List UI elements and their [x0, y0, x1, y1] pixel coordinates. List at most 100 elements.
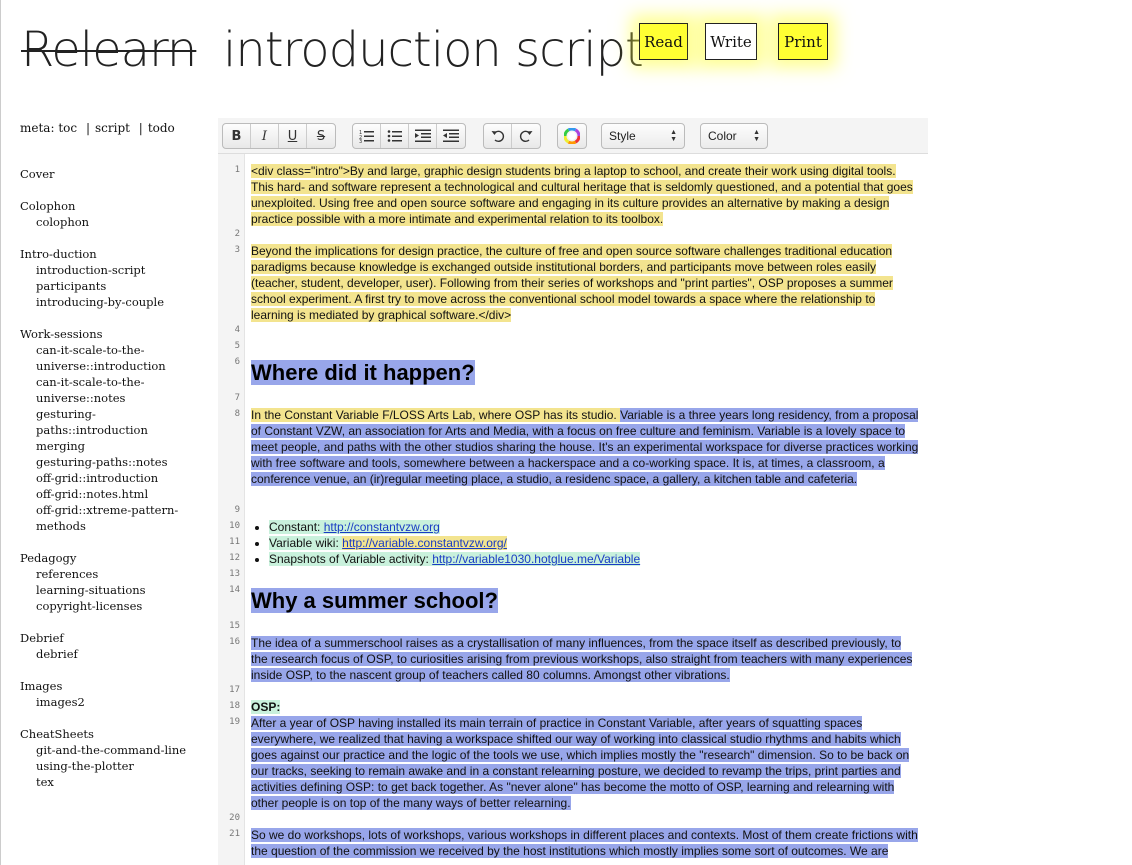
toc-item[interactable]: debrief: [20, 646, 210, 662]
toc-item[interactable]: using-the-plotter: [20, 758, 210, 774]
toc-section: Pedagogy references learning-situations …: [20, 550, 210, 614]
toc-item[interactable]: off-grid::notes.html: [20, 486, 210, 502]
editor: B I U S 123 Style ▲ ▼ Color ▲ ▼ 1 2 3 4 …: [218, 118, 928, 865]
line-number: 4: [234, 325, 240, 335]
line-number: 3: [234, 245, 240, 255]
toc-item[interactable]: colophon: [20, 214, 210, 230]
toc-heading-debrief[interactable]: Debrief: [20, 630, 210, 646]
variable-wiki-link[interactable]: http://variable.constantvzw.org/: [342, 536, 507, 550]
toc-item[interactable]: universe::notes: [20, 390, 210, 406]
line-number: 21: [229, 829, 240, 839]
list-item-label: Snapshots of Variable activity:: [269, 552, 433, 566]
color-wheel-icon[interactable]: [558, 124, 586, 148]
line-number: 10: [229, 521, 240, 531]
toc-heading-work-sessions[interactable]: Work-sessions: [20, 326, 210, 342]
unordered-list-icon[interactable]: [381, 124, 409, 148]
toc-section: Intro-duction introduction-script partic…: [20, 246, 210, 310]
toc-item[interactable]: introducing-by-couple: [20, 294, 210, 310]
toc-heading-cheatsheets[interactable]: CheatSheets: [20, 726, 210, 742]
print-button[interactable]: Print: [778, 23, 828, 60]
toc-item[interactable]: copyright-licenses: [20, 598, 210, 614]
toc-item[interactable]: introduction-script: [20, 262, 210, 278]
bold-button[interactable]: B: [223, 124, 251, 148]
outdent-icon[interactable]: [437, 124, 465, 148]
line-number: 5: [234, 341, 240, 351]
paragraph-text: So we do workshops, lots of workshops, v…: [251, 828, 918, 858]
toc-item[interactable]: universe::introduction: [20, 358, 210, 374]
toc-heading-colophon[interactable]: Colophon: [20, 198, 210, 214]
toc-item[interactable]: off-grid::introduction: [20, 470, 210, 486]
line-number: 16: [229, 637, 240, 647]
strikethrough-button[interactable]: S: [307, 124, 335, 148]
style-select[interactable]: Style ▲ ▼: [601, 123, 685, 149]
meta-separator: |: [138, 121, 143, 135]
read-button[interactable]: Read: [639, 23, 688, 60]
indent-icon[interactable]: [409, 124, 437, 148]
italic-button[interactable]: I: [251, 124, 279, 148]
toc-heading-cover[interactable]: Cover: [20, 166, 210, 182]
heading-where: Where did it happen?: [251, 359, 919, 387]
toc-item[interactable]: references: [20, 566, 210, 582]
toc-item[interactable]: learning-situations: [20, 582, 210, 598]
toc-heading-pedagogy[interactable]: Pedagogy: [20, 550, 210, 566]
underline-button[interactable]: U: [279, 124, 307, 148]
toc-item[interactable]: tex: [20, 774, 210, 790]
toc-heading-introduction[interactable]: Intro-duction: [20, 246, 210, 262]
meta-todo-link[interactable]: todo: [148, 121, 175, 135]
editor-content[interactable]: 1 2 3 4 5 6 7 8 9 10 11 12 13 14 15 16 1…: [218, 154, 928, 865]
svg-text:3: 3: [359, 139, 362, 143]
meta-separator: |: [85, 121, 90, 135]
line-number-gutter: 1 2 3 4 5 6 7 8 9 10 11 12 13 14 15 16 1…: [218, 154, 245, 865]
paragraph-text: <div class="intro">By and large, graphic…: [251, 164, 913, 226]
page-title: introduction script: [223, 22, 644, 78]
paragraph-workshops: So we do workshops, lots of workshops, v…: [251, 827, 919, 859]
line-number: 12: [229, 553, 240, 563]
paragraph-text: The idea of a summerschool raises as a c…: [251, 636, 913, 682]
history-group: [483, 123, 541, 149]
line-number: 15: [229, 621, 240, 631]
paragraph-text: In the Constant Variable F/LOSS Arts Lab…: [251, 408, 621, 422]
toc-item[interactable]: can-it-scale-to-the-: [20, 374, 210, 390]
heading-why: Why a summer school?: [251, 587, 919, 615]
line-number: 18: [229, 701, 240, 711]
toc-heading-images[interactable]: Images: [20, 678, 210, 694]
select-arrows-icon: ▲ ▼: [753, 129, 760, 143]
line-number: 11: [229, 537, 240, 547]
line-number: 1: [234, 165, 240, 175]
toc-item[interactable]: images2: [20, 694, 210, 710]
paragraph-osp: After a year of OSP having installed its…: [251, 715, 919, 811]
snapshots-link[interactable]: http://variable1030.hotglue.me/Variable: [432, 552, 641, 566]
toc-item[interactable]: methods: [20, 518, 210, 534]
site-title[interactable]: Relearn: [21, 22, 197, 78]
undo-icon[interactable]: [484, 124, 512, 148]
list-group: 123: [352, 123, 466, 149]
paragraph-implications: Beyond the implications for design pract…: [251, 243, 919, 323]
toc-section: Work-sessions can-it-scale-to-the- unive…: [20, 326, 210, 534]
style-select-label: Style: [609, 129, 636, 143]
toc-section: Colophon colophon: [20, 198, 210, 230]
write-button[interactable]: Write: [705, 23, 757, 60]
osp-label: OSP:: [251, 699, 919, 715]
line-number: 8: [234, 409, 240, 419]
color-select[interactable]: Color ▲ ▼: [700, 123, 768, 149]
toc-item[interactable]: participants: [20, 278, 210, 294]
toc-item[interactable]: gesturing-: [20, 406, 210, 422]
toc-item[interactable]: paths::introduction: [20, 422, 210, 438]
ordered-list-icon[interactable]: 123: [353, 124, 381, 148]
osp-label-text: OSP:: [251, 700, 281, 714]
constant-link[interactable]: http://constantvzw.org: [323, 520, 440, 534]
paragraph-intro: <div class="intro">By and large, graphic…: [251, 163, 919, 227]
meta-nav: meta: toc | script | todo: [20, 121, 175, 135]
redo-icon[interactable]: [512, 124, 540, 148]
toc-item[interactable]: gesturing-paths::notes: [20, 454, 210, 470]
color-select-label: Color: [708, 129, 737, 143]
select-arrows-icon: ▲ ▼: [670, 129, 677, 143]
meta-script-link[interactable]: script: [95, 121, 130, 135]
toc-item[interactable]: off-grid::xtreme-pattern-: [20, 502, 210, 518]
paragraph-variable: In the Constant Variable F/LOSS Arts Lab…: [251, 407, 919, 487]
toc-item[interactable]: merging: [20, 438, 210, 454]
meta-toc-link[interactable]: toc: [58, 121, 77, 135]
toc-item[interactable]: can-it-scale-to-the-: [20, 342, 210, 358]
toc-item[interactable]: git-and-the-command-line: [20, 742, 210, 758]
heading-text: Where did it happen?: [251, 360, 475, 385]
